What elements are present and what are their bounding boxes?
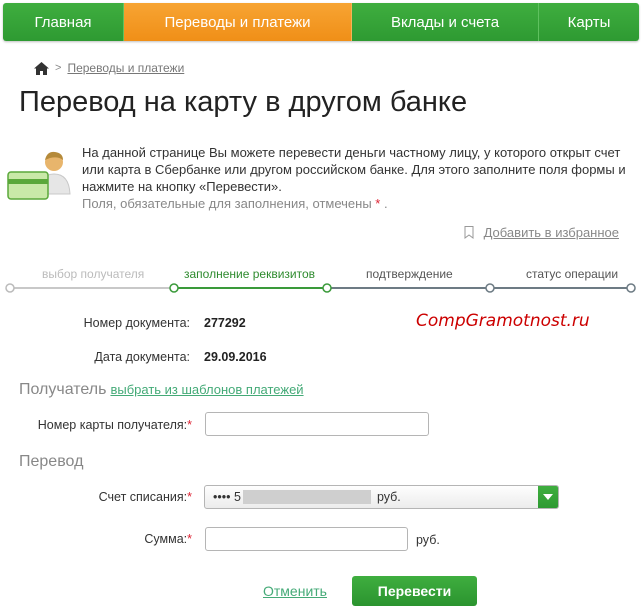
nav-item-transfers[interactable]: Переводы и платежи [124, 3, 352, 41]
amount-label: Сумма:* [40, 532, 192, 546]
home-icon[interactable] [34, 61, 49, 75]
top-navigation: Главная Переводы и платежи Вклады и счет… [3, 3, 639, 41]
document-number-label: Номер документа: [83, 316, 190, 330]
chevron-down-icon [543, 494, 553, 500]
document-date-label: Дата документа: [94, 350, 190, 364]
account-label: Счет списания:* [40, 490, 192, 504]
account-label-text: Счет списания: [98, 490, 188, 504]
account-currency: руб. [376, 489, 401, 504]
required-note-end: . [383, 196, 388, 211]
document-date-value: 29.09.2016 [204, 350, 267, 364]
card-number-input[interactable] [205, 412, 429, 436]
add-to-favorites[interactable]: Добавить в избранное [464, 225, 619, 240]
card-number-label-text: Номер карты получателя: [37, 418, 188, 432]
nav-item-cards[interactable]: Карты [539, 3, 639, 41]
transfer-section-title: Перевод [19, 453, 84, 470]
nav-item-home[interactable]: Главная [3, 3, 124, 41]
account-select[interactable]: •••• 5 руб. [204, 485, 559, 509]
add-to-favorites-link[interactable]: Добавить в избранное [484, 225, 619, 240]
choose-template-link[interactable]: выбрать из шаблонов платежей [110, 382, 303, 397]
step-fill-details: заполнение реквизитов [184, 267, 316, 281]
info-description: На данной странице Вы можете перевести д… [82, 145, 626, 194]
progress-stepper: выбор получателя заполнение реквизитов п… [0, 262, 641, 302]
document-number-value: 277292 [204, 316, 246, 330]
required-star: * [375, 196, 381, 211]
step-confirmation: подтверждение [366, 267, 453, 281]
breadcrumb: > Переводы и платежи [34, 61, 184, 75]
recipient-section: Получатель выбрать из шаблонов платежей [19, 381, 304, 399]
amount-currency: руб. [416, 533, 440, 547]
account-select-toggle[interactable] [538, 486, 558, 508]
account-masked-prefix: •••• 5 [213, 489, 241, 504]
transfer-submit-button[interactable]: Перевести [352, 576, 477, 606]
required-note: Поля, обязательные для заполнения, отмеч… [82, 196, 388, 211]
watermark: CompGramotnost.ru [416, 311, 590, 331]
step-select-recipient: выбор получателя [42, 267, 145, 281]
step-operation-status: статус операции [526, 267, 619, 281]
amount-input[interactable] [205, 527, 408, 551]
amount-required-star: * [187, 532, 192, 546]
required-note-text: Поля, обязательные для заполнения, отмеч… [82, 196, 372, 211]
account-number-redacted [242, 490, 371, 505]
page-title: Перевод на карту в другом банке [19, 86, 468, 118]
recipient-section-title: Получатель [19, 381, 107, 398]
breadcrumb-separator: > [55, 62, 62, 74]
card-number-label: Номер карты получателя:* [20, 418, 192, 432]
account-required-star: * [187, 490, 192, 504]
amount-label-text: Сумма: [144, 532, 188, 546]
bookmark-icon [464, 226, 474, 239]
cancel-link[interactable]: Отменить [263, 583, 327, 599]
info-text: На данной странице Вы можете перевести д… [82, 144, 641, 212]
breadcrumb-link-transfers[interactable]: Переводы и платежи [67, 61, 184, 75]
account-select-value: •••• 5 руб. [213, 490, 401, 505]
person-card-icon [7, 151, 71, 200]
card-number-required-star: * [187, 418, 192, 432]
nav-item-deposits[interactable]: Вклады и счета [352, 3, 539, 41]
